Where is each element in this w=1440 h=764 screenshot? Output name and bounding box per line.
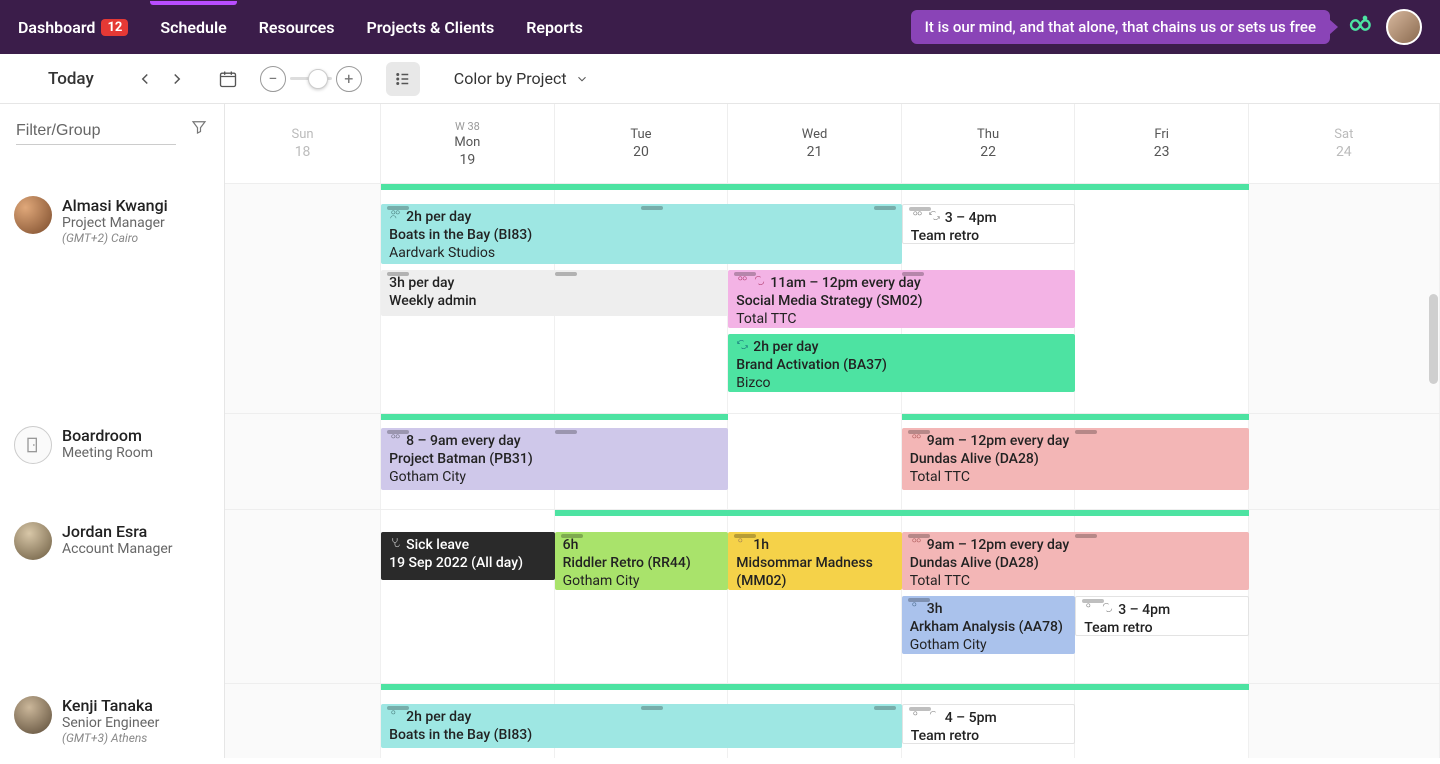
nav-schedule[interactable]: Schedule	[160, 18, 226, 37]
resource-row[interactable]: Boardroom Meeting Room	[0, 414, 224, 510]
repeat-icon	[736, 338, 749, 356]
zoom-slider[interactable]	[290, 77, 332, 80]
booking-block[interactable]: 3 – 4pm Team retro	[1075, 596, 1249, 636]
prev-button[interactable]	[136, 70, 154, 88]
filter-input[interactable]	[16, 118, 176, 145]
booking-block[interactable]: Sick leave 19 Sep 2022 (All day)	[381, 532, 555, 580]
people-icon	[910, 432, 923, 450]
booking-block[interactable]: 3h Arkham Analysis (AA78) Gotham City	[902, 596, 1076, 654]
resource-lane: Sick leave 19 Sep 2022 (All day) 6h Ridd…	[225, 510, 1440, 684]
resource-sidebar: Almasi Kwangi Project Manager (GMT+2) Ca…	[0, 104, 225, 758]
zoom-in-button[interactable]: +	[336, 66, 362, 92]
people-icon	[389, 208, 402, 226]
people-icon	[910, 600, 923, 618]
people-icon	[736, 536, 749, 554]
booking-block[interactable]: 3h per day Weekly admin	[381, 270, 728, 316]
resource-row[interactable]: Kenji Tanaka Senior Engineer (GMT+3) Ath…	[0, 684, 224, 764]
scrollbar[interactable]	[1429, 294, 1438, 384]
zoom-out-button[interactable]: −	[260, 66, 286, 92]
toolbar: Today − + Color by Project	[0, 54, 1440, 104]
day-column: Wed21	[728, 104, 902, 183]
resource-name: Boardroom	[62, 426, 153, 445]
people-icon	[911, 209, 924, 227]
repeat-icon	[753, 274, 766, 292]
dashboard-badge: 12	[101, 19, 128, 36]
day-column: Tue20	[555, 104, 729, 183]
repeat-icon	[928, 209, 941, 227]
booking-block[interactable]: 4 – 5pm Team retro	[902, 704, 1076, 744]
day-column: Fri23	[1075, 104, 1249, 183]
resource-lane: 2h per day Boats in the Bay (BI83) 4 – 5…	[225, 684, 1440, 758]
resource-tz: (GMT+3) Athens	[62, 731, 159, 745]
resource-name: Kenji Tanaka	[62, 696, 159, 715]
room-icon	[14, 426, 52, 464]
booking-block[interactable]: 6h Riddler Retro (RR44) Gotham City	[555, 532, 729, 590]
resource-name: Jordan Esra	[62, 522, 173, 541]
resource-role: Senior Engineer	[62, 715, 159, 731]
next-button[interactable]	[168, 70, 186, 88]
infinity-icon[interactable]	[1344, 11, 1372, 43]
nav-reports[interactable]: Reports	[526, 18, 583, 37]
people-icon	[910, 536, 923, 554]
resource-lane: 2h per day Boats in the Bay (BI83) Aardv…	[225, 184, 1440, 414]
booking-block[interactable]: 2h per day Boats in the Bay (BI83) Aardv…	[381, 204, 902, 264]
nav-dashboard[interactable]: Dashboard 12	[18, 18, 128, 37]
day-column: Thu22	[902, 104, 1076, 183]
calendar-icon[interactable]	[218, 69, 238, 89]
resource-tz: (GMT+2) Cairo	[62, 231, 168, 245]
resource-row[interactable]: Jordan Esra Account Manager	[0, 510, 224, 684]
filter-icon[interactable]	[190, 118, 208, 140]
booking-block[interactable]: 2h per day Brand Activation (BA37) Bizco	[728, 334, 1075, 392]
resource-name: Almasi Kwangi	[62, 196, 168, 215]
people-icon	[389, 708, 402, 726]
day-header-row: Sun18W 38Mon19Tue20Wed21Thu22Fri23Sat24	[225, 104, 1440, 184]
today-button[interactable]: Today	[48, 69, 94, 89]
resource-role: Account Manager	[62, 541, 173, 557]
medical-icon	[389, 536, 402, 554]
booking-block[interactable]: 8 – 9am every day Project Batman (PB31) …	[381, 428, 728, 490]
color-by-dropdown[interactable]: Color by Project	[454, 69, 589, 88]
booking-block[interactable]: 9am – 12pm every day Dundas Alive (DA28)…	[902, 532, 1249, 590]
day-column: W 38Mon19	[381, 104, 555, 183]
day-column: Sun18	[225, 104, 381, 183]
resource-row[interactable]: Almasi Kwangi Project Manager (GMT+2) Ca…	[0, 184, 224, 414]
booking-block[interactable]: 9am – 12pm every day Dundas Alive (DA28)…	[902, 428, 1249, 490]
day-column: Sat24	[1249, 104, 1440, 183]
quote-banner: It is our mind, and that alone, that cha…	[911, 10, 1330, 44]
resource-role: Meeting Room	[62, 445, 153, 461]
nav-resources[interactable]: Resources	[259, 18, 335, 37]
people-icon	[389, 432, 402, 450]
calendar-area: Sun18W 38Mon19Tue20Wed21Thu22Fri23Sat24 …	[225, 104, 1440, 758]
booking-block[interactable]: 3 – 4pm Team retro	[902, 204, 1076, 244]
booking-block[interactable]: 2h per day Boats in the Bay (BI83)	[381, 704, 902, 748]
booking-block[interactable]: 1h Midsommar Madness (MM02) Swedish Spir…	[728, 532, 902, 590]
resource-lane: 8 – 9am every day Project Batman (PB31) …	[225, 414, 1440, 510]
people-icon	[736, 274, 749, 292]
top-nav: Dashboard 12 Schedule Resources Projects…	[0, 0, 1440, 54]
people-icon	[1084, 601, 1097, 619]
booking-block[interactable]: 11am – 12pm every day Social Media Strat…	[728, 270, 1075, 328]
repeat-icon	[1101, 601, 1114, 619]
nav-projects-clients[interactable]: Projects & Clients	[367, 18, 495, 37]
repeat-icon	[928, 709, 941, 727]
people-icon	[911, 709, 924, 727]
list-toggle[interactable]	[386, 62, 420, 96]
resource-role: Project Manager	[62, 215, 168, 231]
user-avatar[interactable]	[1386, 9, 1422, 45]
